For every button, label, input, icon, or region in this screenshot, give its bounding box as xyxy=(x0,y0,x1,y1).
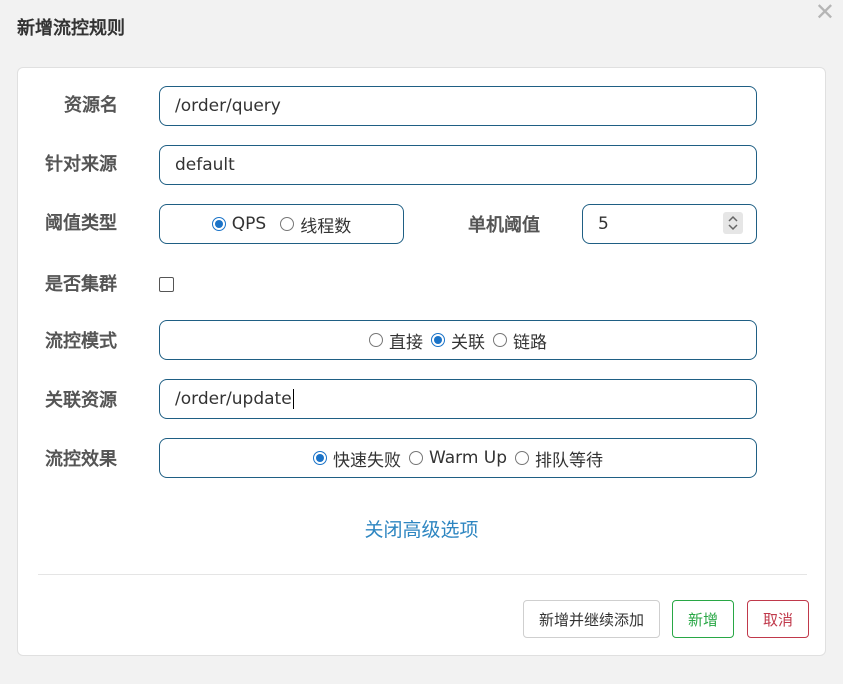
cancel-button[interactable]: 取消 xyxy=(747,600,809,638)
resource-name-label: 资源名 xyxy=(64,95,118,116)
ref-resource-input[interactable]: /order/update xyxy=(159,379,757,419)
radio-checked-icon[interactable] xyxy=(431,333,445,347)
threshold-type-qps-option[interactable]: QPS xyxy=(211,214,267,234)
add-button[interactable]: 新增 xyxy=(672,600,734,638)
radio-unchecked-icon[interactable] xyxy=(493,333,507,347)
threshold-type-group: QPS 线程数 xyxy=(159,204,404,244)
strategy-group: 直接 关联 链路 xyxy=(159,320,757,360)
toggle-advanced-link[interactable]: 关闭高级选项 xyxy=(18,515,825,542)
strategy-direct-option[interactable]: 直接 xyxy=(369,328,423,353)
resource-name-input[interactable] xyxy=(159,86,757,126)
behavior-warm-up-option[interactable]: Warm Up xyxy=(408,448,508,468)
ref-resource-value: /order/update xyxy=(175,389,292,409)
text-caret xyxy=(292,389,294,409)
strategy-option-label: 直接 xyxy=(389,332,423,353)
behavior-option-label: Warm Up xyxy=(428,448,508,468)
cluster-mode-checkbox[interactable] xyxy=(159,277,174,292)
add-and-continue-button[interactable]: 新增并继续添加 xyxy=(523,600,660,638)
strategy-relate-option[interactable]: 关联 xyxy=(431,328,485,353)
control-behavior-group: 快速失败 Warm Up 排队等待 xyxy=(159,438,757,478)
ref-resource-label: 关联资源 xyxy=(45,390,117,411)
radio-unchecked-icon[interactable] xyxy=(515,451,530,465)
threshold-type-thread-option[interactable]: 线程数 xyxy=(280,212,351,237)
radio-unchecked-icon[interactable] xyxy=(280,217,295,231)
chevron-down-icon[interactable] xyxy=(728,224,738,231)
control-behavior-label: 流控效果 xyxy=(45,449,117,470)
radio-unchecked-icon[interactable] xyxy=(369,333,383,347)
dialog-title: 新增流控规则 xyxy=(17,18,125,39)
single-threshold-field xyxy=(582,204,757,244)
single-threshold-label: 单机阈值 xyxy=(468,215,540,236)
threshold-type-option-label: 线程数 xyxy=(300,216,352,237)
radio-checked-icon[interactable] xyxy=(312,451,327,465)
limit-app-input[interactable] xyxy=(159,145,757,185)
threshold-type-label: 阈值类型 xyxy=(45,213,117,234)
radio-checked-icon[interactable] xyxy=(211,217,226,231)
behavior-option-label: 排队等待 xyxy=(535,450,604,471)
strategy-chain-option[interactable]: 链路 xyxy=(493,328,547,353)
limit-app-label: 针对来源 xyxy=(45,154,117,175)
strategy-label: 流控模式 xyxy=(45,331,117,352)
behavior-queue-option[interactable]: 排队等待 xyxy=(515,446,603,471)
chevron-up-icon[interactable] xyxy=(728,215,738,222)
footer-divider xyxy=(38,574,807,575)
close-icon[interactable]: ✕ xyxy=(815,0,835,24)
behavior-option-label: 快速失败 xyxy=(332,450,401,471)
behavior-fail-fast-option[interactable]: 快速失败 xyxy=(312,446,401,471)
number-spinner[interactable] xyxy=(723,212,743,234)
cluster-mode-label: 是否集群 xyxy=(45,274,117,295)
radio-unchecked-icon[interactable] xyxy=(408,451,423,465)
form-panel: 资源名 针对来源 阈值类型 QPS 线程数 单机阈值 是否集群 流控模式 直接 xyxy=(17,67,826,656)
strategy-option-label: 链路 xyxy=(513,332,547,353)
threshold-type-option-label: QPS xyxy=(231,214,267,234)
strategy-option-label: 关联 xyxy=(451,332,485,353)
